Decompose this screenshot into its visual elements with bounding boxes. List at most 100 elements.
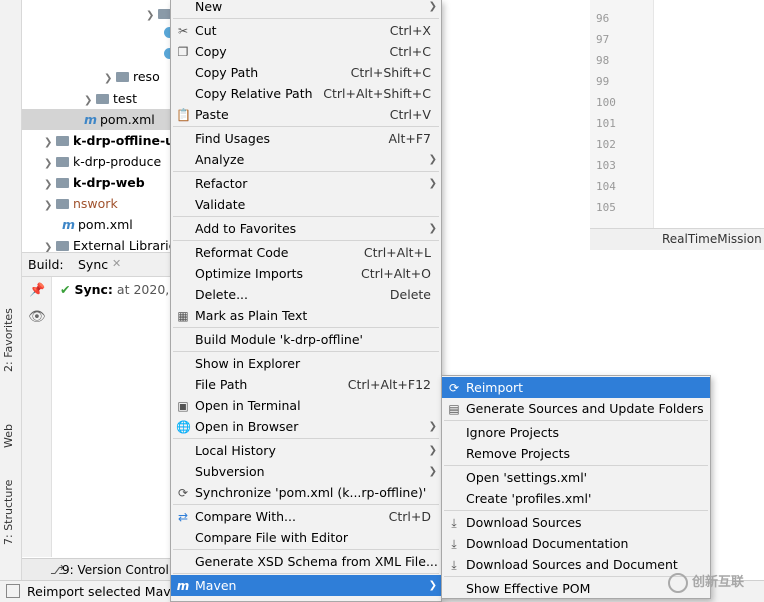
module-icon bbox=[56, 178, 69, 188]
menu-item-show-in-explorer[interactable]: Show in Explorer bbox=[171, 353, 441, 374]
watermark-icon bbox=[668, 572, 688, 593]
module-icon bbox=[56, 136, 69, 146]
chevron-right-icon[interactable]: ❯ bbox=[84, 90, 96, 111]
line-number: 96 bbox=[596, 12, 610, 25]
sync-status-label: Sync: bbox=[74, 282, 113, 297]
tree-row[interactable]: ❯ test bbox=[84, 88, 137, 109]
menu-item-subversion[interactable]: Subversion ❯ bbox=[171, 461, 441, 482]
close-tab-icon[interactable]: ✕ bbox=[112, 257, 121, 270]
menu-item-mark-as-plain-text[interactable]: ▦ Mark as Plain Text bbox=[171, 305, 441, 326]
favorites-side-tab[interactable]: 2: Favorites bbox=[2, 308, 20, 385]
menu-item-file-path[interactable]: File Path Ctrl+Alt+F12 bbox=[171, 374, 441, 395]
sync-tab[interactable]: Sync bbox=[78, 257, 108, 272]
menu-item-copy[interactable]: ❐ Copy Ctrl+C bbox=[171, 41, 441, 62]
tree-row[interactable]: ❯ k-drp-web bbox=[44, 172, 145, 193]
tree-row[interactable]: m pom.xml bbox=[62, 214, 133, 235]
tree-row[interactable]: ❯ reso bbox=[104, 66, 160, 87]
tree-row[interactable]: ❯ k-drp-offline-u bbox=[44, 130, 172, 151]
menu-item-copy-path[interactable]: Copy Path Ctrl+Shift+C bbox=[171, 62, 441, 83]
menu-item-refactor[interactable]: Refactor ❯ bbox=[171, 173, 441, 194]
menu-item-synchronize[interactable]: ⟳ Synchronize 'pom.xml (k...rp-offline)' bbox=[171, 482, 441, 503]
maven-submenu: ⟳ Reimport ▤ Generate Sources and Update F… bbox=[441, 375, 711, 599]
library-icon bbox=[56, 241, 69, 251]
tree-label: test bbox=[113, 91, 138, 106]
tree-row[interactable]: ❯ nswork bbox=[44, 193, 118, 214]
menu-item-maven[interactable]: m Maven ❯ bbox=[171, 575, 441, 596]
eye-icon[interactable]: 👁 bbox=[28, 309, 46, 325]
build-panel-header: Build: Sync ✕ bbox=[22, 252, 172, 277]
menu-item-analyze[interactable]: Analyze ❯ bbox=[171, 149, 441, 170]
tree-row[interactable]: ❯ k-drp-produce bbox=[44, 151, 161, 172]
folder-icon bbox=[96, 94, 109, 104]
tree-row[interactable]: ❯ bbox=[146, 3, 172, 24]
menu-item-reformat-code[interactable]: Reformat Code Ctrl+Alt+L bbox=[171, 242, 441, 263]
paste-icon: 📋 bbox=[176, 108, 191, 122]
menu-item-open-in-browser[interactable]: 🌐 Open in Browser ❯ bbox=[171, 416, 441, 437]
editor-tab[interactable]: RealTimeMission bbox=[590, 228, 764, 250]
menu-item-new[interactable]: New ❯ bbox=[171, 0, 441, 17]
bottom-tool-bar: ⎇ 9: Version Control bbox=[22, 558, 172, 580]
line-number: 104 bbox=[596, 180, 616, 193]
submenu-item-download-documentation[interactable]: ⤓ Download Documentation bbox=[442, 533, 710, 554]
menu-item-delete[interactable]: Delete... Delete bbox=[171, 284, 441, 305]
chevron-right-icon[interactable]: ❯ bbox=[44, 153, 56, 174]
menu-item-compare-file-with-editor[interactable]: Compare File with Editor bbox=[171, 527, 441, 548]
menu-item-open-in-terminal[interactable]: ▣ Open in Terminal bbox=[171, 395, 441, 416]
download-icon: ⤓ bbox=[451, 558, 457, 572]
compare-icon: ⇄ bbox=[177, 510, 189, 524]
menu-item-paste[interactable]: 📋 Paste Ctrl+V bbox=[171, 104, 441, 125]
check-icon: ✔ bbox=[60, 282, 71, 297]
chevron-right-icon[interactable]: ❯ bbox=[44, 195, 56, 216]
submenu-item-reimport[interactable]: ⟳ Reimport bbox=[442, 377, 710, 398]
menu-item-copy-relative-path[interactable]: Copy Relative Path Ctrl+Alt+Shift+C bbox=[171, 83, 441, 104]
menu-item-optimize-imports[interactable]: Optimize Imports Ctrl+Alt+O bbox=[171, 263, 441, 284]
maven-icon: m bbox=[62, 217, 76, 232]
line-number: 101 bbox=[596, 117, 616, 130]
chevron-right-icon[interactable]: ❯ bbox=[44, 132, 56, 153]
menu-item-local-history[interactable]: Local History ❯ bbox=[171, 440, 441, 461]
chevron-right-icon[interactable]: ❯ bbox=[146, 5, 158, 26]
sync-status-row: ✔ Sync: at 2020, bbox=[60, 280, 169, 300]
line-number: 103 bbox=[596, 159, 616, 172]
web-side-tab[interactable]: Web bbox=[2, 424, 20, 461]
terminal-icon: ▣ bbox=[177, 399, 189, 413]
tree-label: External Libraries bbox=[73, 238, 172, 252]
download-icon: ⤓ bbox=[451, 537, 457, 551]
tree-row-selected[interactable]: m pom.xml bbox=[22, 109, 172, 130]
menu-item-build-module[interactable]: Build Module 'k-drp-offline' bbox=[171, 329, 441, 350]
module-icon bbox=[56, 157, 69, 167]
structure-side-tab[interactable]: 7: Structure bbox=[2, 480, 20, 558]
line-number: 100 bbox=[596, 96, 616, 109]
tree-label: pom.xml bbox=[100, 112, 155, 127]
line-number: 98 bbox=[596, 54, 610, 67]
menu-item-compare-with[interactable]: ⇄ Compare With... Ctrl+D bbox=[171, 506, 441, 527]
pin-icon[interactable]: 📌 bbox=[29, 283, 45, 298]
build-label: Build: bbox=[28, 257, 64, 272]
submenu-item-generate-sources[interactable]: ▤ Generate Sources and Update Folders bbox=[442, 398, 710, 419]
generate-icon: ▤ bbox=[448, 402, 460, 416]
sync-icon: ⟳ bbox=[177, 486, 189, 500]
submenu-item-create-profiles[interactable]: Create 'profiles.xml' bbox=[442, 488, 710, 509]
submenu-item-download-sources[interactable]: ⤓ Download Sources bbox=[442, 512, 710, 533]
status-text: Reimport selected Mave bbox=[27, 584, 179, 599]
folder-icon bbox=[56, 199, 69, 209]
submenu-item-remove-projects[interactable]: Remove Projects bbox=[442, 443, 710, 464]
chevron-right-icon[interactable]: ❯ bbox=[44, 174, 56, 195]
chevron-right-icon[interactable]: ❯ bbox=[44, 237, 56, 252]
globe-icon: 🌐 bbox=[176, 420, 191, 434]
scissors-icon: ✂ bbox=[177, 24, 189, 38]
submenu-item-open-settings[interactable]: Open 'settings.xml' bbox=[442, 467, 710, 488]
menu-item-add-to-favorites[interactable]: Add to Favorites ❯ bbox=[171, 218, 441, 239]
menu-item-generate-xsd[interactable]: Generate XSD Schema from XML File... bbox=[171, 551, 441, 572]
menu-item-validate[interactable]: Validate bbox=[171, 194, 441, 215]
submenu-item-ignore-projects[interactable]: Ignore Projects bbox=[442, 422, 710, 443]
tree-label: pom.xml bbox=[78, 217, 133, 232]
version-control-tab[interactable]: 9: Version Control bbox=[62, 563, 169, 577]
download-icon: ⤓ bbox=[451, 516, 457, 530]
menu-item-find-usages[interactable]: Find Usages Alt+F7 bbox=[171, 128, 441, 149]
line-number: 105 bbox=[596, 201, 616, 214]
maven-icon: m bbox=[176, 579, 190, 593]
chevron-right-icon[interactable]: ❯ bbox=[104, 68, 116, 89]
tree-row[interactable]: ❯ External Libraries bbox=[44, 235, 172, 252]
menu-item-cut[interactable]: ✂ Cut Ctrl+X bbox=[171, 20, 441, 41]
